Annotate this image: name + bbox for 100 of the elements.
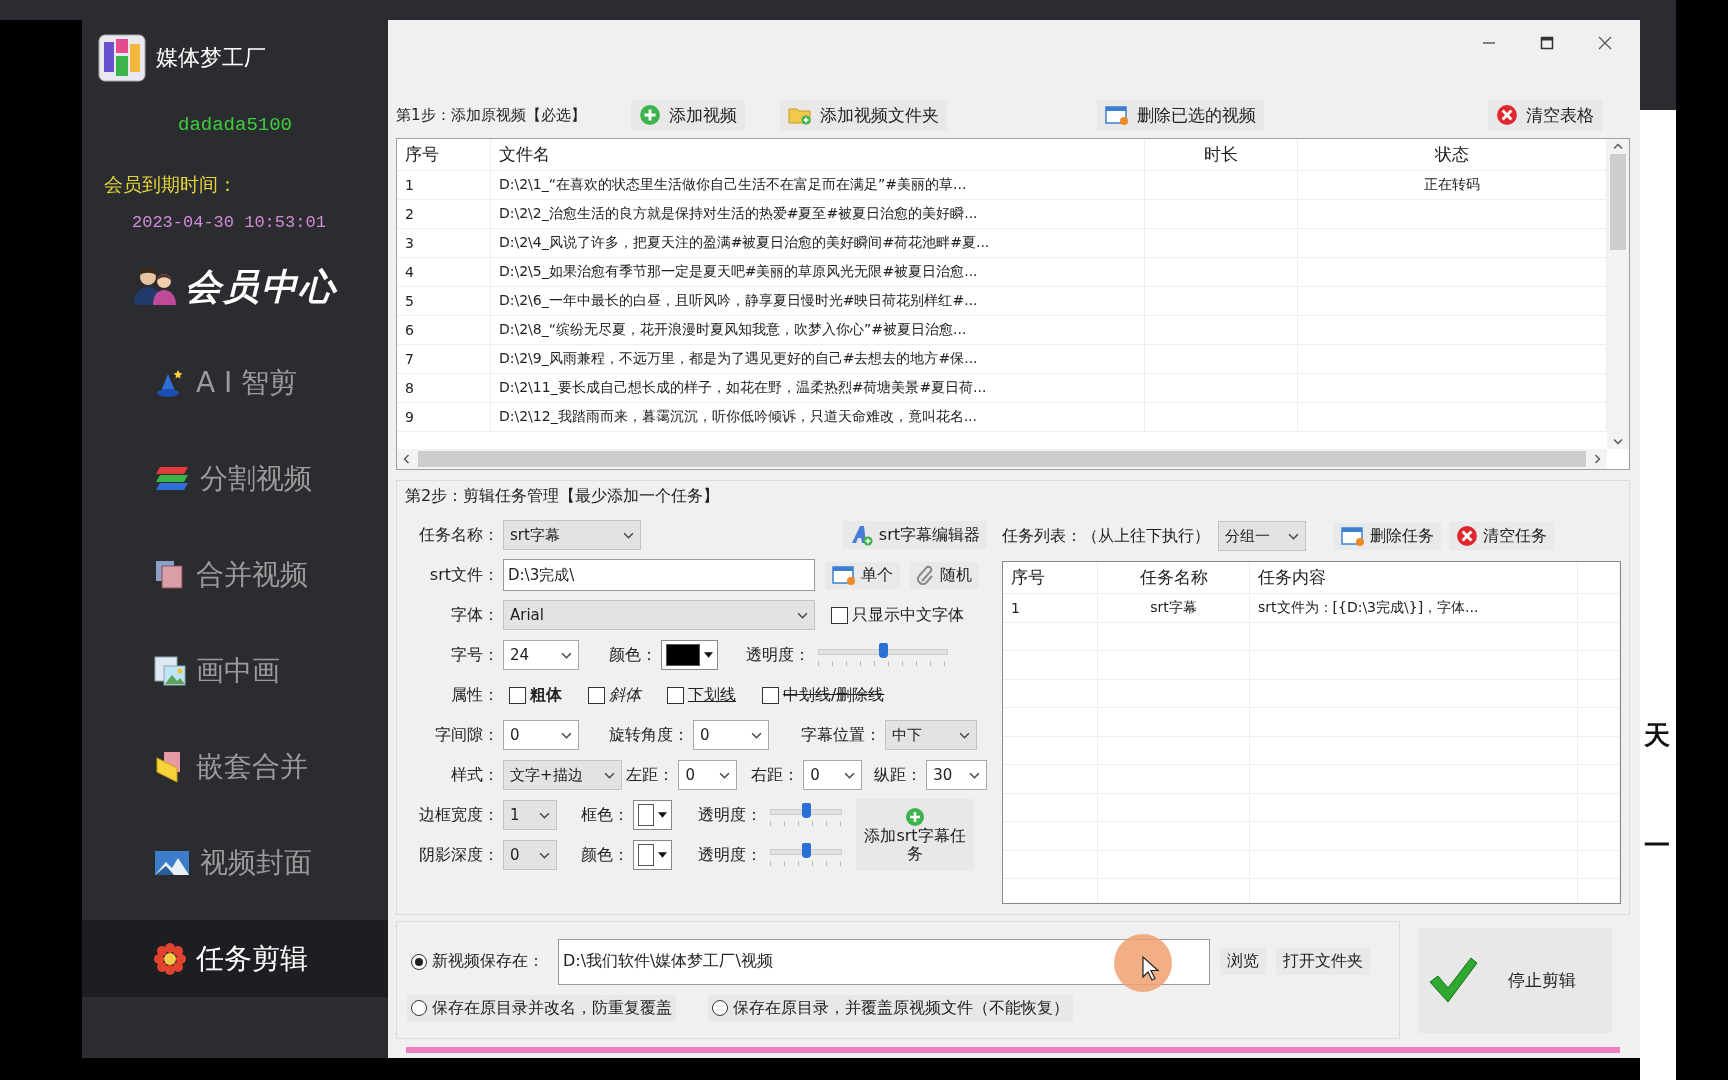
dropdown[interactable]: 中下 [885,720,977,750]
logo-icon [98,34,146,82]
table-cell: 1 [397,171,491,200]
sidebar-item[interactable]: 任务剪辑 [82,920,388,997]
scroll-right-icon[interactable] [1594,454,1601,464]
empty-cell [1578,850,1620,879]
save-path-field[interactable]: D:\我们软件\媒体梦工厂\视频 [558,938,1210,985]
dropdown[interactable]: 文字+描边 [503,760,623,790]
horizontal-scrollbar[interactable] [397,449,1607,469]
member-center-button[interactable]: 会员中心 [82,260,388,314]
dropdown[interactable]: srt字幕 [503,520,641,550]
table-cell: 5 [397,287,491,316]
slider-thumb[interactable] [801,843,811,858]
chevron-icon [1288,532,1299,540]
dropdown[interactable]: 1 [503,800,557,830]
scroll-left-icon[interactable] [403,454,410,464]
stop-button[interactable]: 停止剪辑 [1418,927,1612,1033]
chevron-icon [719,771,731,779]
dropdown[interactable]: 0 [693,720,769,750]
cursor-drawing [1113,932,1173,993]
table-cell: D:\2\1_“在喜欢的状态里生活做你自己生活不在富足而在满足”#美丽的草... [491,171,1145,200]
color-picker[interactable] [633,840,672,870]
slider-thumb[interactable] [878,643,888,658]
slider-thumb[interactable] [801,803,811,818]
scroll-up-icon[interactable] [1613,143,1623,150]
color-picker[interactable] [661,640,718,670]
dropdown[interactable]: 30 [926,760,987,790]
checkbox[interactable]: 下划线 [667,684,736,706]
column-header: 时长 [1145,139,1298,171]
group-title: 第2步：剪辑任务管理【最少添加一个任务】 [405,485,721,507]
toolbar-button[interactable]: 删除已选的视频 [1096,99,1264,131]
sidebar-item[interactable]: 合并视频 [82,536,388,613]
delete-task-button[interactable]: 删除任务 [1334,522,1441,550]
srt-file-field[interactable]: D:\3完成\ [503,559,815,591]
toolbar-button[interactable]: 添加视频 [630,99,745,131]
sidebar-item[interactable]: 嵌套合并 [82,728,388,805]
chevron-icon [539,811,550,819]
clear-task-button[interactable]: 清空任务 [1449,522,1554,550]
dropdown[interactable]: 24 [503,640,579,670]
checkbox[interactable]: 中划线/删除线 [762,684,885,706]
random-button[interactable]: 随机 [910,561,979,589]
checkbox[interactable]: 斜体 [588,684,641,706]
chevron-icon [969,771,980,779]
checkbox[interactable]: 粗体 [509,684,562,706]
chevron-icon [751,731,762,739]
browse-button[interactable]: 浏览 [1220,948,1266,975]
close-icon[interactable] [1598,36,1612,50]
close-circle-icon [1496,104,1518,126]
toolbar-button[interactable]: 添加视频文件夹 [779,99,947,131]
sidebar-item[interactable]: A I 智剪 [82,344,388,421]
scrollbar-thumb[interactable] [418,451,1586,467]
open-folder-button[interactable]: 打开文件夹 [1276,948,1370,975]
dropdown[interactable]: 0 [803,760,863,790]
maximize-icon[interactable] [1540,36,1554,50]
scroll-down-icon[interactable] [1613,438,1623,445]
radio-button[interactable]: 保存在原目录并改名，防重复覆盖 [407,994,676,1022]
field-label: 颜色： [609,644,657,666]
dropdown[interactable]: 0 [678,760,738,790]
sidebar-item[interactable]: 视频封面 [82,824,388,901]
sidebar-item[interactable]: 分割视频 [82,440,388,517]
checkbox[interactable]: 只显示中文字体 [831,604,964,626]
vertical-scrollbar[interactable] [1607,139,1629,449]
toolbar-button[interactable]: 清空表格 [1488,99,1602,131]
chevron-icon [561,651,572,659]
chevron-icon [561,731,572,739]
field-label: 字体： [450,604,499,626]
dropdown[interactable]: 0 [503,840,557,870]
empty-cell [1578,622,1620,651]
column-header: 状态 [1298,139,1607,171]
color-picker[interactable] [633,800,672,830]
dropdown[interactable]: Arial [503,600,815,630]
checkmark-icon [1428,956,1478,1004]
radio-button[interactable]: 新视频保存在： [407,948,548,975]
stacked-frames-icon [154,558,186,591]
dropdown[interactable]: 分组一 [1218,521,1306,551]
field-label: 旋转角度： [609,724,689,746]
text-tool-icon [849,524,874,546]
empty-cell [1578,765,1620,794]
folder-icon [787,105,812,125]
page-text: 天 [1644,720,1671,750]
field-label: 左距： [626,764,675,786]
add-icon [905,807,925,827]
empty-cell [1578,679,1620,708]
field-label: 颜色： [581,844,629,866]
people-icon [133,267,177,307]
dropdown-arrow-icon [704,652,713,658]
dropdown[interactable]: 0 [503,720,579,750]
sidebar-item[interactable]: 画中画 [82,632,388,709]
scrollbar-thumb[interactable] [1610,154,1626,250]
radio-button[interactable]: 保存在原目录，并覆盖原视频文件（不能恢复） [708,994,1073,1022]
chevron-icon [604,771,616,779]
editor-button[interactable]: srt字幕编辑器 [842,521,987,549]
flower-icon [154,942,186,975]
field-label: 字号： [450,644,499,666]
table-cell: 1 [1003,594,1098,623]
single-button[interactable]: 单个 [825,561,900,589]
table-cell: 6 [397,316,491,345]
add-task-button[interactable]: 添加srt字幕任务 [856,799,974,871]
image-icon [154,655,186,686]
table-cell: D:\2\2_治愈生活的良方就是保持对生活的热爱#夏至#被夏日治愈的美好瞬... [491,200,1145,229]
